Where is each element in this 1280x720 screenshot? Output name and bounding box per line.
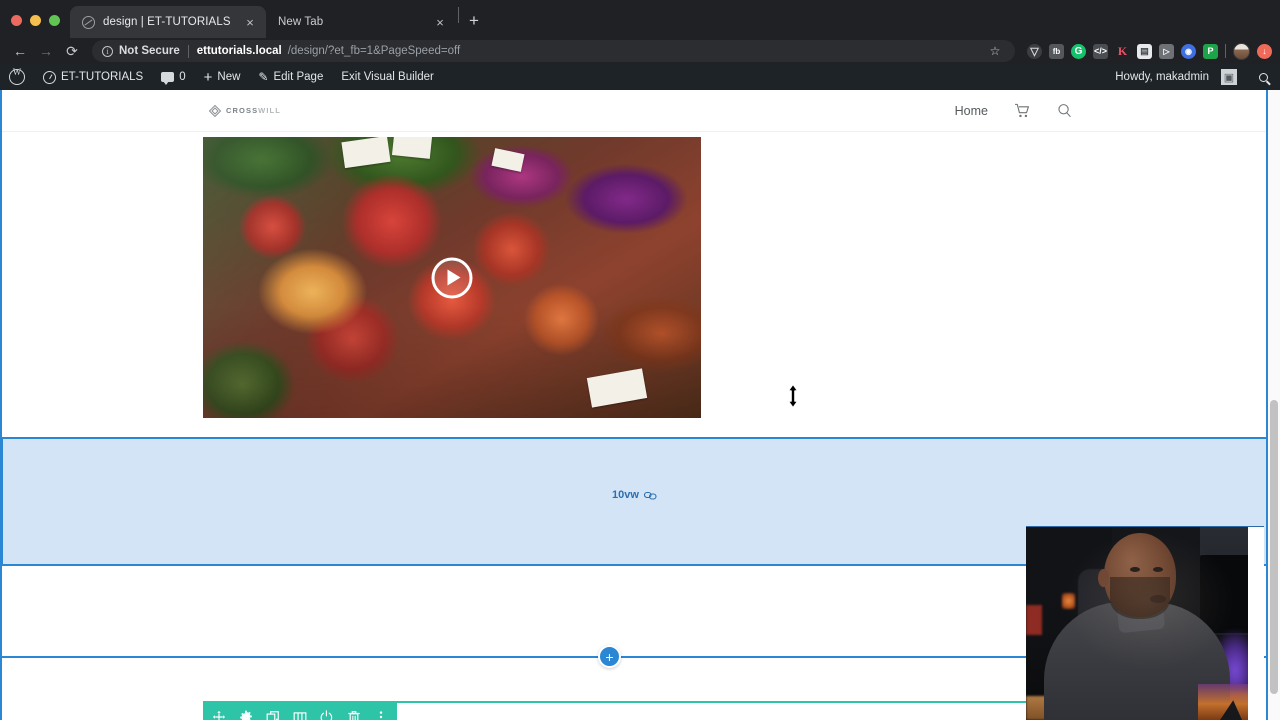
close-window-button[interactable] bbox=[11, 15, 22, 26]
new-content-menu[interactable]: + New bbox=[195, 64, 250, 90]
play-extension-icon[interactable]: ▷ bbox=[1159, 43, 1174, 59]
plus-icon: + bbox=[203, 68, 213, 86]
screen-root: design | ET-TUTORIALS × New Tab × + ← → … bbox=[0, 0, 1280, 720]
diamond-logo-icon bbox=[209, 104, 221, 117]
url-path: /design/?et_fb=1&PageSpeed=off bbox=[287, 45, 461, 57]
loom-extension-icon[interactable]: ◉ bbox=[1181, 43, 1196, 59]
wordpress-logo-icon bbox=[9, 67, 25, 85]
site-logo[interactable]: CROSSWILL bbox=[209, 104, 281, 117]
browser-toolbar: ← → ⟳ i Not Secure ettutorials.local /de… bbox=[0, 38, 1280, 64]
vertical-resize-cursor bbox=[784, 383, 802, 409]
close-tab-icon[interactable]: × bbox=[432, 14, 448, 30]
browser-chrome: design | ET-TUTORIALS × New Tab × + ← → … bbox=[0, 0, 1280, 64]
tab-title: New Tab bbox=[278, 16, 324, 28]
admin-bar-left: ET-TUTORIALS 0 + New ✎ Edit Page Exit Vi… bbox=[0, 64, 443, 90]
address-bar[interactable]: i Not Secure ettutorials.local /design/?… bbox=[92, 40, 1015, 62]
profile-avatar-icon[interactable] bbox=[1233, 42, 1250, 60]
comments-menu[interactable]: 0 bbox=[152, 64, 194, 90]
new-label: New bbox=[217, 71, 241, 83]
edit-page-label: Edit Page bbox=[273, 71, 324, 83]
row-more-options-icon[interactable] bbox=[374, 710, 388, 720]
bookmark-star-icon[interactable]: ☆ bbox=[985, 41, 1005, 61]
download-extension-icon[interactable]: ↓ bbox=[1257, 43, 1272, 59]
row-toolbar[interactable] bbox=[203, 703, 397, 720]
edit-page-menu[interactable]: ✎ Edit Page bbox=[249, 64, 332, 90]
video-play-button[interactable] bbox=[431, 257, 473, 298]
exit-visual-builder-label: Exit Visual Builder bbox=[341, 71, 434, 83]
search-icon[interactable] bbox=[1057, 103, 1072, 118]
howdy-label: Howdy, makadmin bbox=[1115, 71, 1209, 83]
green-shield-extension-icon[interactable]: P bbox=[1203, 43, 1218, 59]
omnibox-divider bbox=[187, 44, 189, 58]
my-account-menu[interactable]: Howdy, makadmin ▣ bbox=[1106, 64, 1246, 90]
webcam-presenter-video bbox=[1026, 526, 1264, 720]
security-status-label: Not Secure bbox=[119, 45, 180, 57]
wordpress-logo-menu[interactable] bbox=[0, 64, 34, 90]
site-header: CROSSWILL Home bbox=[0, 90, 1268, 132]
webcam-corner-scene bbox=[1198, 684, 1248, 720]
url-host: ettutorials.local bbox=[196, 45, 282, 57]
forward-button[interactable]: → bbox=[34, 40, 58, 62]
brand-wordmark: CROSSWILL bbox=[226, 106, 281, 115]
dashboard-gauge-icon bbox=[43, 70, 56, 84]
page-scrollbar-thumb[interactable] bbox=[1270, 400, 1278, 694]
maximize-window-button[interactable] bbox=[49, 15, 60, 26]
tab-separator bbox=[458, 7, 459, 23]
wordpress-admin-bar: ET-TUTORIALS 0 + New ✎ Edit Page Exit Vi… bbox=[0, 64, 1280, 90]
tab-title: design | ET-TUTORIALS bbox=[103, 16, 231, 28]
brand-part-2: WILL bbox=[258, 106, 281, 115]
cart-icon[interactable] bbox=[1014, 103, 1031, 118]
comment-bubble-icon bbox=[161, 72, 175, 85]
new-tab-button[interactable]: + bbox=[461, 8, 487, 34]
browser-tabstrip: design | ET-TUTORIALS × New Tab × + bbox=[0, 0, 1280, 38]
duplicate-row-icon[interactable] bbox=[266, 710, 280, 720]
pocket-extension-icon[interactable]: ▽ bbox=[1027, 43, 1042, 59]
row-settings-icon[interactable] bbox=[239, 710, 253, 720]
page-scrollbar-track[interactable] bbox=[1268, 90, 1280, 720]
move-row-icon[interactable] bbox=[212, 710, 226, 720]
admin-search-button[interactable] bbox=[1246, 64, 1280, 90]
k-extension-icon[interactable]: K bbox=[1115, 44, 1130, 59]
back-button[interactable]: ← bbox=[8, 40, 32, 62]
link-sync-icon[interactable] bbox=[643, 490, 657, 501]
section-padding-value: 10vw bbox=[3, 489, 1266, 501]
column-structure-icon[interactable] bbox=[293, 710, 307, 720]
close-tab-icon[interactable]: × bbox=[242, 14, 258, 30]
comment-count-label: 0 bbox=[179, 71, 186, 83]
padding-value-label: 10vw bbox=[612, 489, 639, 501]
price-tag-decor bbox=[391, 137, 433, 159]
window-traffic-lights[interactable] bbox=[0, 15, 70, 38]
brand-part-1: CROSS bbox=[226, 106, 259, 115]
video-module[interactable] bbox=[203, 137, 701, 418]
reload-button[interactable]: ⟳ bbox=[60, 40, 84, 62]
search-icon bbox=[1258, 72, 1268, 82]
viewport-frame-left bbox=[0, 90, 2, 720]
tab-favicon-icon bbox=[82, 15, 95, 29]
site-name-menu[interactable]: ET-TUTORIALS bbox=[34, 64, 152, 90]
play-triangle-icon bbox=[447, 269, 461, 286]
browser-tab-active[interactable]: design | ET-TUTORIALS × bbox=[70, 6, 266, 38]
extensions-tray: ▽ fb G </> K ▤ ▷ ◉ P ↓ bbox=[1023, 42, 1272, 60]
browser-tab-newtab[interactable]: New Tab × bbox=[266, 6, 456, 38]
user-avatar: ▣ bbox=[1221, 69, 1237, 85]
nav-item-home[interactable]: Home bbox=[955, 104, 988, 118]
disable-row-icon[interactable] bbox=[320, 710, 334, 720]
add-section-button[interactable]: + bbox=[598, 645, 621, 668]
code-extension-icon[interactable]: </> bbox=[1093, 43, 1108, 59]
exit-visual-builder-menu[interactable]: Exit Visual Builder bbox=[332, 64, 442, 90]
grammarly-extension-icon[interactable]: G bbox=[1071, 43, 1086, 59]
minimize-window-button[interactable] bbox=[30, 15, 41, 26]
site-name-label: ET-TUTORIALS bbox=[61, 71, 144, 83]
delete-row-icon[interactable] bbox=[347, 710, 361, 720]
webcam-right-edge-mask bbox=[1248, 527, 1264, 720]
admin-bar-right: Howdy, makadmin ▣ bbox=[1106, 64, 1280, 90]
pencil-icon: ✎ bbox=[258, 70, 269, 84]
site-info-icon[interactable]: i bbox=[102, 45, 113, 57]
fb-extension-icon[interactable]: fb bbox=[1049, 43, 1064, 59]
image-extension-icon[interactable]: ▤ bbox=[1137, 43, 1152, 59]
extensions-divider bbox=[1225, 44, 1226, 58]
site-navigation: Home bbox=[955, 103, 1072, 118]
